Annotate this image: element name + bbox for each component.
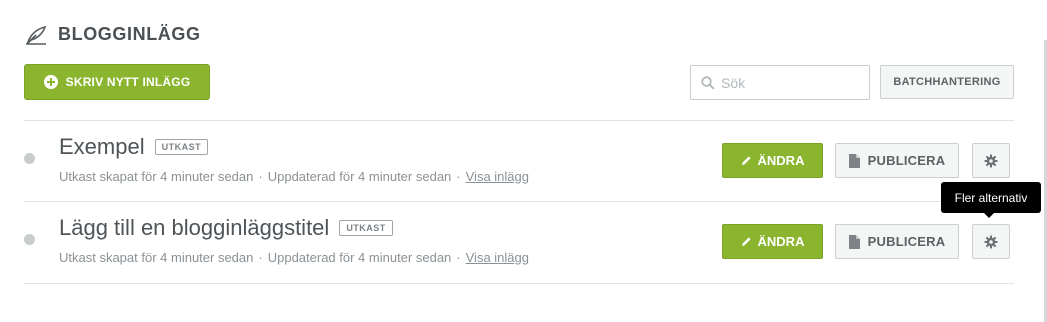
document-icon bbox=[848, 234, 860, 249]
publish-label: PUBLICERA bbox=[867, 153, 946, 168]
new-post-button[interactable]: SKRIV NYTT INLÄGG bbox=[24, 64, 210, 100]
new-post-label: SKRIV NYTT INLÄGG bbox=[65, 75, 191, 89]
status-badge: UTKAST bbox=[154, 139, 209, 155]
post-title[interactable]: Lägg till en blogginläggstitel bbox=[59, 215, 329, 241]
meta-separator: · bbox=[258, 169, 263, 184]
post-title[interactable]: Exempel bbox=[59, 134, 145, 160]
more-options-button[interactable] bbox=[972, 224, 1010, 259]
post-row: Lägg till en blogginläggstitel UTKAST Ut… bbox=[24, 202, 1014, 282]
created-text: Utkast skapat för 4 minuter sedan bbox=[59, 250, 254, 265]
post-row: Exempel UTKAST Utkast skapat för 4 minut… bbox=[24, 121, 1014, 201]
publish-label: PUBLICERA bbox=[867, 234, 946, 249]
page-header: BLOGGINLÄGG bbox=[25, 24, 201, 45]
created-text: Utkast skapat för 4 minuter sedan bbox=[59, 169, 254, 184]
edit-label: ÄNDRA bbox=[757, 153, 805, 168]
meta-separator: · bbox=[456, 250, 461, 265]
plus-circle-icon bbox=[43, 75, 58, 89]
view-post-link[interactable]: Visa inlägg bbox=[466, 169, 529, 184]
status-dot-icon bbox=[24, 234, 35, 245]
search-icon bbox=[701, 75, 715, 90]
feather-icon bbox=[26, 25, 47, 45]
pencil-icon bbox=[741, 156, 751, 165]
more-options-button[interactable] bbox=[972, 143, 1010, 178]
edit-button[interactable]: ÄNDRA bbox=[722, 143, 823, 178]
view-post-link[interactable]: Visa inlägg bbox=[466, 250, 529, 265]
search-input[interactable] bbox=[721, 74, 861, 91]
meta-separator: · bbox=[258, 250, 263, 265]
search-box[interactable] bbox=[690, 65, 870, 100]
post-meta: Utkast skapat för 4 minuter sedan · Uppdat… bbox=[59, 169, 529, 184]
updated-text: Uppdaterad för 4 minuter sedan bbox=[267, 169, 452, 184]
edit-label: ÄNDRA bbox=[757, 234, 805, 249]
document-icon bbox=[848, 153, 860, 168]
publish-button[interactable]: PUBLICERA bbox=[835, 143, 959, 178]
status-badge: UTKAST bbox=[339, 220, 393, 236]
page-title: BLOGGINLÄGG bbox=[58, 24, 201, 44]
status-dot-icon bbox=[24, 153, 35, 164]
tooltip: Fler alternativ bbox=[941, 182, 1041, 218]
gear-icon bbox=[984, 235, 998, 248]
batch-button[interactable]: BATCHHANTERING bbox=[880, 65, 1014, 99]
divider bbox=[24, 283, 1014, 284]
updated-text: Uppdaterad för 4 minuter sedan bbox=[267, 250, 452, 265]
publish-button[interactable]: PUBLICERA bbox=[835, 224, 959, 259]
post-title-line: Lägg till en blogginläggstitel UTKAST bbox=[59, 215, 393, 241]
post-title-line: Exempel UTKAST bbox=[59, 134, 209, 160]
meta-separator: · bbox=[456, 169, 461, 184]
post-meta: Utkast skapat för 4 minuter sedan · Uppdat… bbox=[59, 250, 529, 265]
gear-icon bbox=[984, 154, 998, 167]
edit-button[interactable]: ÄNDRA bbox=[722, 224, 823, 259]
pencil-icon bbox=[741, 237, 751, 246]
